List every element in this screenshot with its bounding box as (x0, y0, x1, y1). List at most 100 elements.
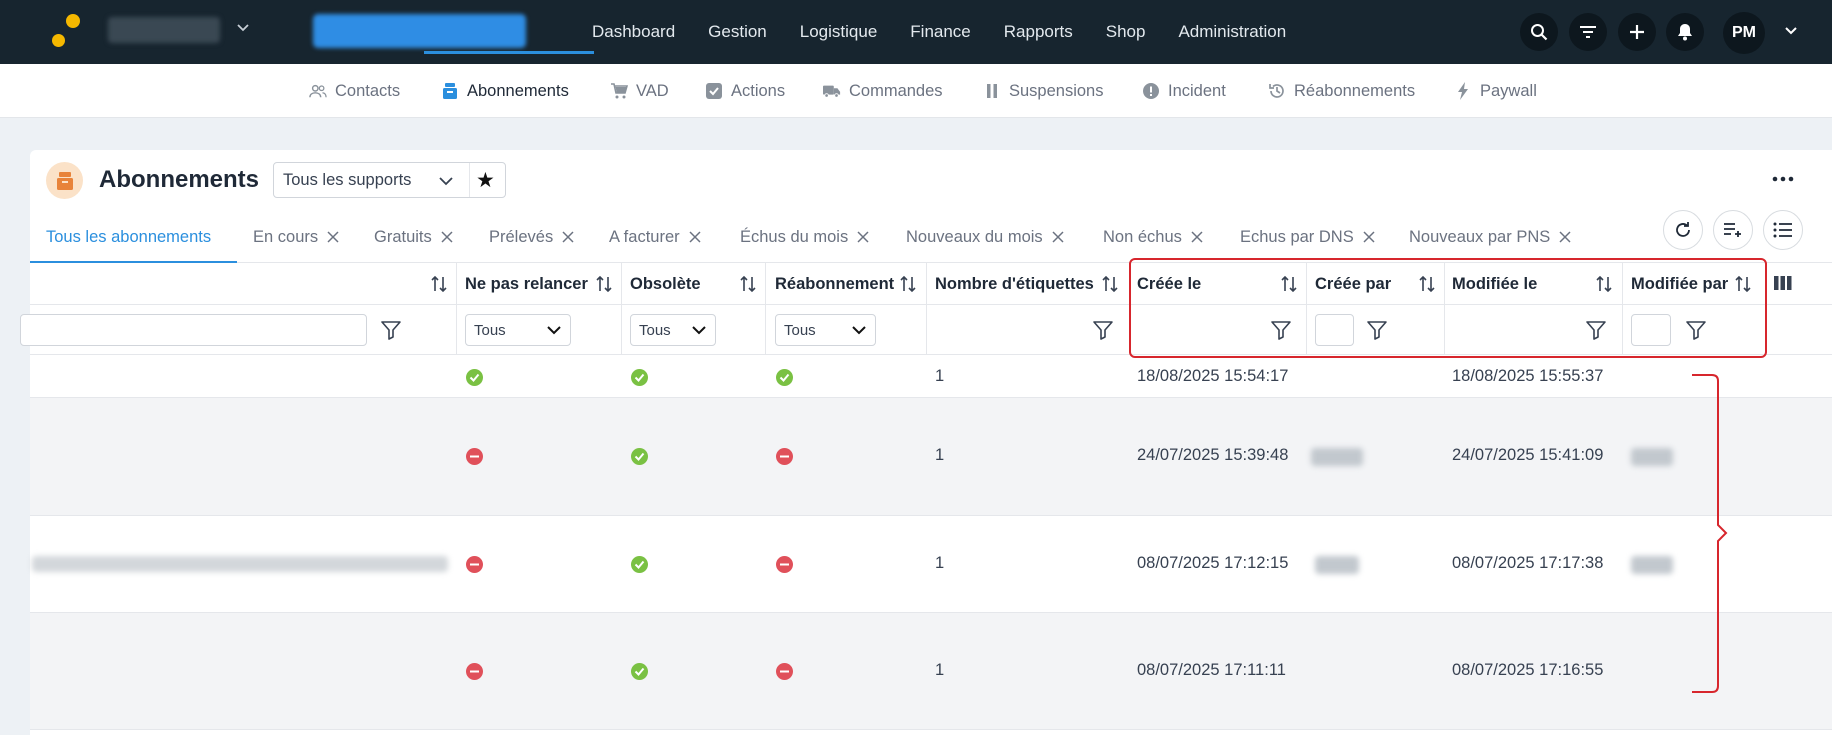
cart-icon (610, 82, 628, 100)
check-icon (631, 556, 648, 573)
star-icon[interactable]: ★ (476, 168, 495, 193)
minus-circle-icon (776, 663, 793, 680)
tab-nouveaux-du-mois[interactable]: Nouveaux du mois (906, 212, 1064, 262)
check-icon (466, 369, 483, 386)
tab-echus-du-mois[interactable]: Échus du mois (740, 212, 869, 262)
minus-circle-icon (466, 448, 483, 465)
alert-icon (1142, 82, 1160, 100)
cell-creee-le: 18/08/2025 15:54:17 (1137, 367, 1289, 385)
blurred-action-button[interactable] (313, 14, 526, 48)
chevron-down-icon (437, 172, 455, 190)
cell-modifiee-le: 08/07/2025 17:17:38 (1452, 554, 1604, 572)
funnel-icon[interactable] (380, 319, 402, 341)
refresh-icon[interactable] (1663, 210, 1703, 250)
organization-name-blurred[interactable] (108, 17, 220, 43)
column-header-reabonnement[interactable]: Réabonnement (775, 263, 894, 305)
support-select[interactable]: Tous les supports ★ (273, 162, 506, 198)
subnav-paywall[interactable]: Paywall (1454, 64, 1537, 118)
subnav-incident[interactable]: Incident (1142, 64, 1226, 118)
subnav-commandes[interactable]: Commandes (823, 64, 943, 118)
chevron-down-icon[interactable] (1780, 20, 1802, 42)
close-icon[interactable] (1052, 231, 1064, 243)
subnav-suspensions[interactable]: Suspensions (983, 64, 1103, 118)
nav-gestion[interactable]: Gestion (708, 22, 767, 42)
minus-circle-icon (776, 448, 793, 465)
redacted-user (1631, 556, 1673, 574)
plus-icon[interactable] (1618, 13, 1656, 51)
close-icon[interactable] (1191, 231, 1203, 243)
chevron-down-icon (692, 326, 706, 335)
cell-modifiee-le: 24/07/2025 15:41:09 (1452, 446, 1604, 464)
list-view-icon[interactable] (1763, 210, 1803, 250)
column-header-nombre-etiquettes[interactable]: Nombre d'étiquettes (935, 263, 1094, 305)
column-header-ne-pas-relancer[interactable]: Ne pas relancer (465, 263, 588, 305)
chevron-down-icon[interactable] (235, 19, 251, 41)
more-options-icon[interactable] (1770, 170, 1796, 188)
nav-rapports[interactable]: Rapports (1004, 22, 1073, 42)
bell-icon[interactable] (1666, 13, 1704, 51)
check-icon (631, 448, 648, 465)
add-to-list-icon[interactable] (1713, 210, 1753, 250)
check-icon (631, 663, 648, 680)
minus-circle-icon (466, 556, 483, 573)
tab-a-facturer[interactable]: A facturer (609, 212, 701, 262)
columns-icon[interactable] (1774, 275, 1792, 291)
cell-etiquettes: 1 (935, 554, 945, 572)
redacted-user (1311, 448, 1363, 466)
filter-icon[interactable] (1569, 13, 1607, 51)
nav-shop[interactable]: Shop (1106, 22, 1146, 42)
annotation-bracket (1692, 374, 1728, 693)
close-icon[interactable] (689, 231, 701, 243)
close-icon[interactable] (562, 231, 574, 243)
pause-icon (983, 82, 1001, 100)
cell-etiquettes: 1 (935, 661, 945, 679)
filter-select-obsolete[interactable]: Tous (630, 314, 716, 346)
user-avatar[interactable]: PM (1723, 12, 1765, 54)
tab-echus-par-dns[interactable]: Echus par DNS (1240, 212, 1375, 262)
nav-administration[interactable]: Administration (1178, 22, 1286, 42)
redacted-description (32, 556, 448, 572)
subnav-abonnements[interactable]: Abonnements (441, 64, 569, 118)
box-icon (46, 162, 83, 199)
close-icon[interactable] (1363, 231, 1375, 243)
chevron-down-icon (852, 326, 866, 335)
nav-logistique[interactable]: Logistique (800, 22, 878, 42)
sort-icon[interactable] (1100, 274, 1120, 294)
tab-preleves[interactable]: Prélevés (489, 212, 574, 262)
sort-icon[interactable] (738, 274, 758, 294)
cell-creee-le: 24/07/2025 15:39:48 (1137, 446, 1289, 464)
tab-nouveaux-par-pns[interactable]: Nouveaux par PNS (1409, 212, 1571, 262)
main-nav: Dashboard Gestion Logistique Finance Rap… (592, 0, 1286, 64)
text-filter-input[interactable] (20, 314, 367, 346)
funnel-icon[interactable] (1092, 319, 1114, 341)
close-icon[interactable] (441, 231, 453, 243)
subnav-vad[interactable]: VAD (610, 64, 669, 118)
sort-icon[interactable] (429, 274, 449, 294)
history-icon (1268, 82, 1286, 100)
subnav-contacts[interactable]: Contacts (309, 64, 400, 118)
subnav-reabonnements[interactable]: Réabonnements (1268, 64, 1415, 118)
close-icon[interactable] (327, 231, 339, 243)
cell-modifiee-le: 08/07/2025 17:16:55 (1452, 661, 1604, 679)
column-header-obsolete[interactable]: Obsolète (630, 263, 701, 305)
app-logo[interactable] (52, 14, 82, 48)
close-icon[interactable] (1559, 231, 1571, 243)
sort-icon[interactable] (898, 274, 918, 294)
nav-dashboard[interactable]: Dashboard (592, 22, 675, 42)
tab-tous-les-abonnements[interactable]: Tous les abonnements (46, 212, 211, 262)
search-icon[interactable] (1520, 13, 1558, 51)
tab-gratuits[interactable]: Gratuits (374, 212, 453, 262)
sort-icon[interactable] (594, 274, 614, 294)
close-icon[interactable] (857, 231, 869, 243)
tab-en-cours[interactable]: En cours (253, 212, 339, 262)
cell-etiquettes: 1 (935, 446, 945, 464)
filter-select-ne-pas-relancer[interactable]: Tous (465, 314, 571, 346)
truck-icon (823, 82, 841, 100)
tab-non-echus[interactable]: Non échus (1103, 212, 1203, 262)
filter-select-reabonnement[interactable]: Tous (775, 314, 876, 346)
nav-finance[interactable]: Finance (910, 22, 970, 42)
cell-modifiee-le: 18/08/2025 15:55:37 (1452, 367, 1604, 385)
box-icon (441, 82, 459, 100)
subnav-actions[interactable]: Actions (705, 64, 785, 118)
minus-circle-icon (466, 663, 483, 680)
